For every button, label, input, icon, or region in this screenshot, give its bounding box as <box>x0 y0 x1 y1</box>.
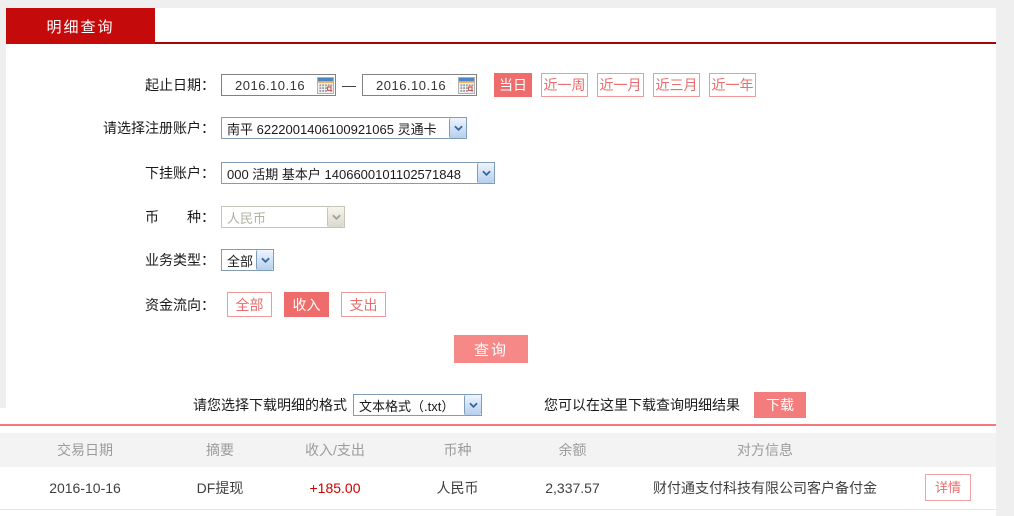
sub-account-label: 下挂账户： <box>145 165 215 181</box>
header-action <box>900 433 996 467</box>
cell-balance: 2,337.57 <box>515 467 630 510</box>
cell-counterparty: 财付通支付科技有限公司客户备付金 <box>630 467 900 510</box>
fund-direction-row: 资金流向： 全部 收入 支出 <box>6 292 996 317</box>
fund-direction-all-button[interactable]: 全部 <box>227 292 272 317</box>
tab-detail-query[interactable]: 明细查询 <box>6 8 155 44</box>
header-summary: 摘要 <box>170 433 270 467</box>
currency-label: 币 种： <box>145 209 215 225</box>
date-range-separator: — <box>342 77 356 93</box>
business-type-row: 业务类型： 全部 <box>6 249 996 271</box>
calendar-icon[interactable] <box>458 76 475 94</box>
chevron-down-icon <box>327 207 344 227</box>
register-account-select[interactable]: 南平 6222001406100921065 灵通卡 <box>221 117 467 139</box>
header-income-expense: 收入/支出 <box>270 433 400 467</box>
business-type-value: 全部 <box>227 253 254 269</box>
cell-currency: 人民币 <box>400 467 515 510</box>
business-type-select[interactable]: 全部 <box>221 249 274 271</box>
date-range-row: 起止日期： 2016.10.16 — 2016.10.16 当日 近一周 近一月… <box>6 72 996 98</box>
cell-trade-date: 2016-10-16 <box>0 467 170 510</box>
download-format-label: 请您选择下载明细的格式 <box>193 397 347 413</box>
header-counterparty: 对方信息 <box>630 433 900 467</box>
table-header-row: 交易日期 摘要 收入/支出 币种 余额 对方信息 <box>0 433 996 467</box>
sub-account-select[interactable]: 000 活期 基本户 1406600101102571848 <box>221 162 495 184</box>
calendar-icon[interactable] <box>317 76 334 94</box>
download-button[interactable]: 下载 <box>754 392 806 418</box>
cell-amount: +185.00 <box>270 467 400 510</box>
chevron-down-icon <box>464 395 481 415</box>
end-date-value: 2016.10.16 <box>376 77 447 93</box>
register-account-row: 请选择注册账户： 南平 6222001406100921065 灵通卡 <box>6 117 996 139</box>
business-type-label: 业务类型： <box>145 252 215 268</box>
currency-row: 币 种： 人民币 <box>6 206 996 228</box>
table-row: 2016-10-16 DF提现 +185.00 人民币 2,337.57 财付通… <box>0 467 996 510</box>
download-hint-text: 您可以在这里下载查询明细结果 <box>544 397 740 413</box>
end-date-input[interactable]: 2016.10.16 <box>362 74 477 96</box>
quick-range-month-button[interactable]: 近一月 <box>597 73 644 97</box>
header-trade-date: 交易日期 <box>0 433 170 467</box>
query-button[interactable]: 查询 <box>454 335 528 363</box>
results-table: 交易日期 摘要 收入/支出 币种 余额 对方信息 2016-10-16 DF提现… <box>0 433 996 510</box>
quick-range-quarter-button[interactable]: 近三月 <box>653 73 700 97</box>
detail-button[interactable]: 详情 <box>924 474 971 502</box>
fund-direction-label: 资金流向： <box>145 296 215 313</box>
results-table-section: 交易日期 摘要 收入/支出 币种 余额 对方信息 2016-10-16 DF提现… <box>0 433 996 510</box>
register-account-label: 请选择注册账户： <box>103 120 215 136</box>
register-account-value: 南平 6222001406100921065 灵通卡 <box>227 121 437 137</box>
header-currency: 币种 <box>400 433 515 467</box>
chevron-down-icon <box>449 118 466 138</box>
start-date-input[interactable]: 2016.10.16 <box>221 74 336 96</box>
fund-direction-expense-button[interactable]: 支出 <box>341 292 386 317</box>
header-balance: 余额 <box>515 433 630 467</box>
currency-select: 人民币 <box>221 206 345 228</box>
sub-account-value: 000 活期 基本户 1406600101102571848 <box>227 166 461 182</box>
currency-value: 人民币 <box>227 210 267 226</box>
cell-summary: DF提现 <box>170 467 270 510</box>
download-row: 请您选择下载明细的格式 文本格式（.txt） 您可以在这里下载查询明细结果 下载 <box>6 392 996 418</box>
fund-direction-income-button[interactable]: 收入 <box>284 292 329 317</box>
table-top-divider <box>0 424 996 426</box>
date-range-label: 起止日期： <box>145 77 215 93</box>
start-date-value: 2016.10.16 <box>235 77 306 93</box>
quick-range-today-button[interactable]: 当日 <box>494 73 532 97</box>
chevron-down-icon <box>256 250 273 270</box>
cell-action: 详情 <box>900 467 996 510</box>
download-format-value: 文本格式（.txt） <box>359 398 455 414</box>
sub-account-row: 下挂账户： 000 活期 基本户 1406600101102571848 <box>6 162 996 184</box>
chevron-down-icon <box>477 163 494 183</box>
quick-range-year-button[interactable]: 近一年 <box>709 73 756 97</box>
quick-range-week-button[interactable]: 近一周 <box>541 73 588 97</box>
download-format-select[interactable]: 文本格式（.txt） <box>353 394 482 416</box>
